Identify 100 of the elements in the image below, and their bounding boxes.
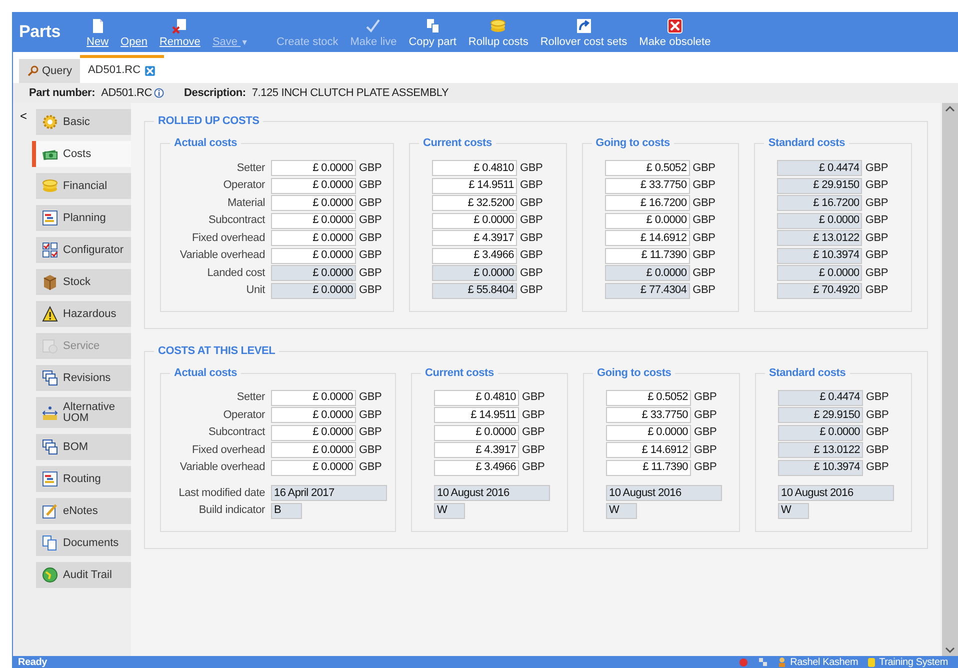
sidebar-item[interactable]: Alternative UOM [36,397,131,428]
cost-field[interactable]: £ 11.7390 [604,248,690,264]
toolbar-button[interactable]: Open [114,14,154,50]
toolbar-button[interactable]: Rollup costs [462,14,534,50]
cost-field[interactable]: £ 16.7200 [777,195,862,211]
warning-icon [42,306,58,322]
cost-field[interactable]: £ 0.0000 [604,212,690,228]
cost-field[interactable]: £ 14.9511 [432,178,517,194]
cost-field[interactable]: £ 0.5052 [606,390,691,406]
cost-field[interactable]: £ 4.3917 [434,442,519,458]
cost-field[interactable]: £ 0.4474 [778,390,863,406]
currency-label: GBP [865,230,888,246]
scroll-up-icon[interactable] [945,105,955,112]
sidebar-item[interactable]: Hazardous [36,301,131,327]
cost-field[interactable]: £ 14.9511 [434,407,519,423]
sidebar-item[interactable]: Basic [36,109,131,135]
field-label: Setter [236,160,266,176]
cost-field[interactable]: £ 0.0000 [434,424,519,440]
cost-field[interactable]: £ 0.4474 [777,160,862,176]
cost-field[interactable]: £ 33.7750 [606,407,691,423]
cost-field[interactable]: £ 0.0000 [606,424,691,440]
sidebar-item[interactable]: Revisions [36,365,131,391]
toolbar-button[interactable]: Rollover cost sets [534,14,634,50]
cost-field[interactable]: £ 4.3917 [432,230,517,246]
cost-field[interactable]: £ 77.4304 [604,282,690,298]
cost-field[interactable]: £ 0.0000 [271,390,356,406]
sidebar-item[interactable]: Audit Trail [36,562,131,588]
cost-field[interactable]: £ 55.8404 [432,282,517,298]
cost-field[interactable]: £ 10.3974 [778,460,863,476]
sidebar-item[interactable]: Planning [36,205,131,231]
field-label: Setter [236,390,266,406]
cost-field[interactable]: £ 0.0000 [271,442,356,458]
cost-field[interactable]: £ 29.9150 [778,407,863,423]
cost-field[interactable]: £ 0.0000 [432,212,517,228]
cost-field[interactable]: £ 0.0000 [271,424,356,440]
tab[interactable]: Query [19,59,80,83]
cost-field[interactable]: £ 32.5200 [432,195,517,211]
cost-field[interactable]: £ 0.0000 [271,212,356,228]
scroll-down-icon[interactable] [945,647,955,654]
sidebar-item[interactable]: Configurator [36,237,131,263]
cost-field[interactable]: £ 0.0000 [604,265,690,281]
cost-field[interactable]: £ 33.7750 [604,178,690,194]
cost-field[interactable]: £ 70.4920 [777,282,862,298]
cost-field[interactable]: £ 0.0000 [271,160,356,176]
cost-field[interactable]: £ 14.6912 [604,230,690,246]
cost-field[interactable]: £ 16.7200 [604,195,690,211]
sidebar-item[interactable]: eNotes [36,498,131,524]
code-field[interactable]: W [778,502,809,518]
cost-field[interactable]: £ 3.4966 [434,460,519,476]
toolbar-button[interactable]: Make obsolete [633,14,717,50]
cost-field[interactable]: £ 0.0000 [271,195,356,211]
sidebar-item[interactable]: Documents [36,530,131,556]
collapse-button[interactable]: < [17,107,30,125]
info-icon[interactable] [154,88,164,98]
cost-field[interactable]: £ 0.5052 [604,160,690,176]
cost-field[interactable]: £ 13.0122 [778,442,863,458]
cost-field[interactable]: £ 0.0000 [271,407,356,423]
cost-field[interactable]: £ 0.0000 [777,212,862,228]
date-field[interactable]: 10 August 2016 [778,485,894,501]
system-name: Training System [879,656,948,668]
toolbar-button[interactable]: Remove [153,14,206,50]
database-icon [868,657,876,667]
cost-field[interactable]: £ 29.9150 [777,178,862,194]
currency-label: GBP [866,408,889,423]
date-field[interactable]: 10 August 2016 [606,485,722,501]
cost-field[interactable]: £ 0.0000 [271,178,356,194]
code-field[interactable]: W [606,502,637,518]
currency-label: GBP [865,213,888,228]
currency-label: GBP [692,196,716,211]
cost-field[interactable]: £ 0.0000 [432,265,517,281]
currency-label: GBP [865,178,888,194]
code-field[interactable]: W [434,502,465,518]
cost-field[interactable]: £ 0.0000 [271,248,356,264]
sidebar-item[interactable]: Routing [36,466,131,492]
cost-field[interactable]: £ 0.0000 [778,424,863,440]
cost-field[interactable]: £ 10.3974 [777,248,862,264]
cost-field[interactable]: £ 0.4810 [432,160,517,176]
toolbar-button[interactable]: New [80,14,115,50]
field-label: Landed cost [206,266,266,281]
cost-field[interactable]: £ 0.0000 [271,265,356,281]
cost-field[interactable]: £ 0.4810 [434,390,519,406]
cost-field[interactable]: £ 11.7390 [606,460,691,476]
cost-field[interactable]: £ 0.0000 [271,230,356,246]
cost-field[interactable]: £ 13.0122 [777,230,862,246]
currency-label: GBP [520,283,543,298]
chart-icon [42,210,58,226]
gear-icon [42,114,58,130]
cost-field[interactable]: £ 0.0000 [271,460,356,476]
cost-field[interactable]: £ 0.0000 [777,265,862,281]
sidebar-item[interactable]: BOM [36,434,131,460]
date-field[interactable]: 16 April 2017 [271,485,387,501]
cost-field[interactable]: £ 0.0000 [271,282,356,298]
sidebar-item[interactable]: Costs [36,141,131,167]
date-field[interactable]: 10 August 2016 [434,485,550,501]
toolbar-button[interactable]: Copy part [402,14,462,50]
cost-field[interactable]: £ 14.6912 [606,442,691,458]
cost-field[interactable]: £ 3.4966 [432,248,517,264]
sidebar-item[interactable]: Financial [36,173,131,199]
sidebar-item[interactable]: Stock [36,269,131,295]
code-field[interactable]: B [271,502,302,518]
